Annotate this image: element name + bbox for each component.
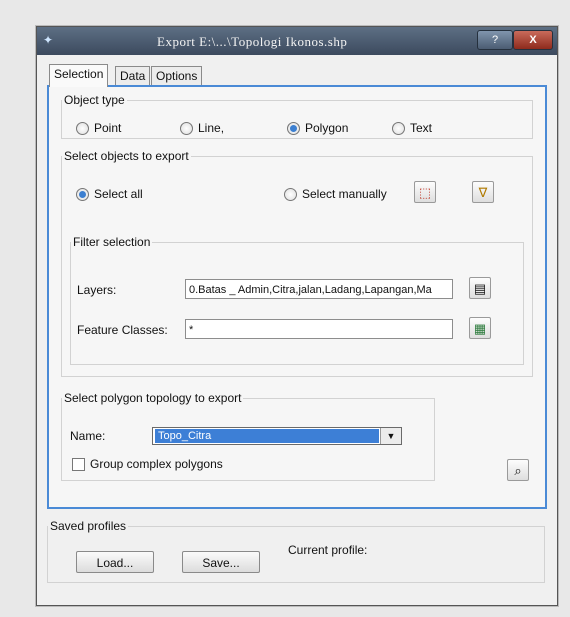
group-complex-checkbox[interactable]: Group complex polygons <box>72 457 223 471</box>
current-profile-label: Current profile: <box>288 543 368 557</box>
help-button[interactable]: ? <box>477 30 513 50</box>
radio-text[interactable]: Text <box>392 121 432 135</box>
topology-name-value: Topo_Citra <box>155 429 379 443</box>
tab-selection[interactable]: Selection <box>49 64 109 87</box>
feature-classes-field[interactable]: * <box>185 319 453 339</box>
radio-point[interactable]: Point <box>76 121 121 135</box>
layers-label: Layers: <box>77 283 117 297</box>
layers-browse-icon[interactable]: ▤ <box>469 277 491 299</box>
close-button[interactable]: X <box>513 30 553 50</box>
radio-line-dot <box>180 121 193 135</box>
tab-options[interactable]: Options <box>151 66 203 85</box>
name-label: Name: <box>70 429 106 443</box>
radio-line[interactable]: Line, <box>180 121 224 135</box>
radio-text-label: Text <box>410 121 433 135</box>
select-by-attributes-icon[interactable]: ∇ <box>472 181 494 203</box>
select-features-icon[interactable]: ⬚ <box>414 181 436 203</box>
radio-select-manually[interactable]: Select manually <box>284 187 387 201</box>
load-button[interactable]: Load... <box>76 551 154 573</box>
radio-line-label: Line, <box>198 121 225 135</box>
radio-point-dot <box>76 121 89 135</box>
object-type-group: Object type Point Line, Polygon Text <box>61 93 533 139</box>
radio-point-label: Point <box>94 121 122 135</box>
saved-profiles-legend: Saved profiles <box>50 519 127 533</box>
radio-select-all-dot <box>76 187 89 201</box>
polygon-topology-legend: Select polygon topology to export <box>64 391 242 405</box>
select-objects-group: Select objects to export Select all Sele… <box>61 149 533 377</box>
object-type-legend: Object type <box>64 93 125 107</box>
filter-selection-group: Filter selection Layers: 0.Batas _ Admin… <box>70 235 524 365</box>
select-objects-legend: Select objects to export <box>64 149 189 163</box>
filter-selection-legend: Filter selection <box>73 235 151 249</box>
feature-classes-browse-icon[interactable]: ▦ <box>469 317 491 339</box>
tab-data[interactable]: Data <box>115 66 151 85</box>
group-complex-label: Group complex polygons <box>90 457 223 471</box>
save-button[interactable]: Save... <box>182 551 260 573</box>
radio-polygon[interactable]: Polygon <box>287 121 348 135</box>
title-bar[interactable]: ✦ Export E:\...\Topologi Ikonos.shp ? X <box>37 27 557 55</box>
chevron-down-icon[interactable]: ▼ <box>380 428 401 444</box>
topology-name-select[interactable]: Topo_Citra ▼ <box>152 427 402 445</box>
radio-text-dot <box>392 121 405 135</box>
export-dialog: ✦ Export E:\...\Topologi Ikonos.shp ? X … <box>36 26 558 606</box>
radio-select-all-label: Select all <box>94 187 143 201</box>
window-title: Export E:\...\Topologi Ikonos.shp <box>157 34 348 49</box>
radio-polygon-dot <box>287 121 300 135</box>
arcmap-icon: ✦ <box>43 33 54 47</box>
radio-select-manually-dot <box>284 187 297 201</box>
radio-select-all[interactable]: Select all <box>76 187 143 201</box>
polygon-topology-group: Select polygon topology to export Name: … <box>61 391 435 481</box>
radio-polygon-label: Polygon <box>305 121 349 135</box>
magnifier-icon[interactable]: ⌕ <box>507 459 529 481</box>
group-complex-box <box>72 457 85 471</box>
layers-field[interactable]: 0.Batas _ Admin,Citra,jalan,Ladang,Lapan… <box>185 279 453 299</box>
feature-classes-label: Feature Classes: <box>77 323 168 337</box>
saved-profiles-group: Saved profiles Load... Save... Current p… <box>47 519 545 583</box>
selection-tab-panel: Object type Point Line, Polygon Text Sel… <box>47 85 547 509</box>
radio-select-manually-label: Select manually <box>302 187 387 201</box>
